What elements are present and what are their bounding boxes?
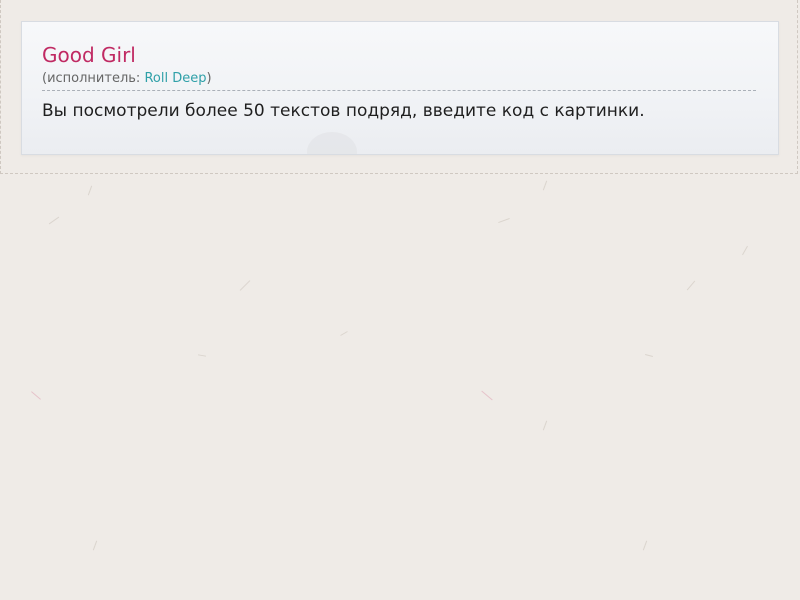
paper-speck	[340, 331, 348, 336]
paper-speck	[542, 180, 548, 191]
paper-speck	[239, 280, 251, 291]
limit-notice: Вы посмотрели более 50 текстов подряд, в…	[42, 101, 645, 121]
song-card: Good Girl (исполнитель: Roll Deep) Вы по…	[21, 21, 779, 155]
performer-prefix: (исполнитель:	[42, 71, 145, 86]
paper-speck	[197, 354, 207, 357]
paper-speck	[742, 245, 748, 256]
paper-speck	[642, 540, 648, 551]
paper-speck	[481, 390, 493, 401]
performer-suffix: )	[206, 71, 212, 86]
paper-speck	[31, 391, 41, 400]
paper-speck	[48, 216, 60, 225]
paper-speck	[645, 353, 653, 358]
paper-speck	[92, 540, 98, 551]
song-title: Good Girl	[42, 43, 136, 67]
paper-speck	[498, 217, 510, 224]
paper-speck	[87, 185, 93, 196]
card-background-shape	[307, 132, 357, 154]
paper-speck	[542, 420, 548, 431]
paper-speck	[686, 280, 696, 291]
performer-link[interactable]: Roll Deep	[144, 71, 206, 86]
performer-line: (исполнитель: Roll Deep)	[42, 70, 756, 91]
